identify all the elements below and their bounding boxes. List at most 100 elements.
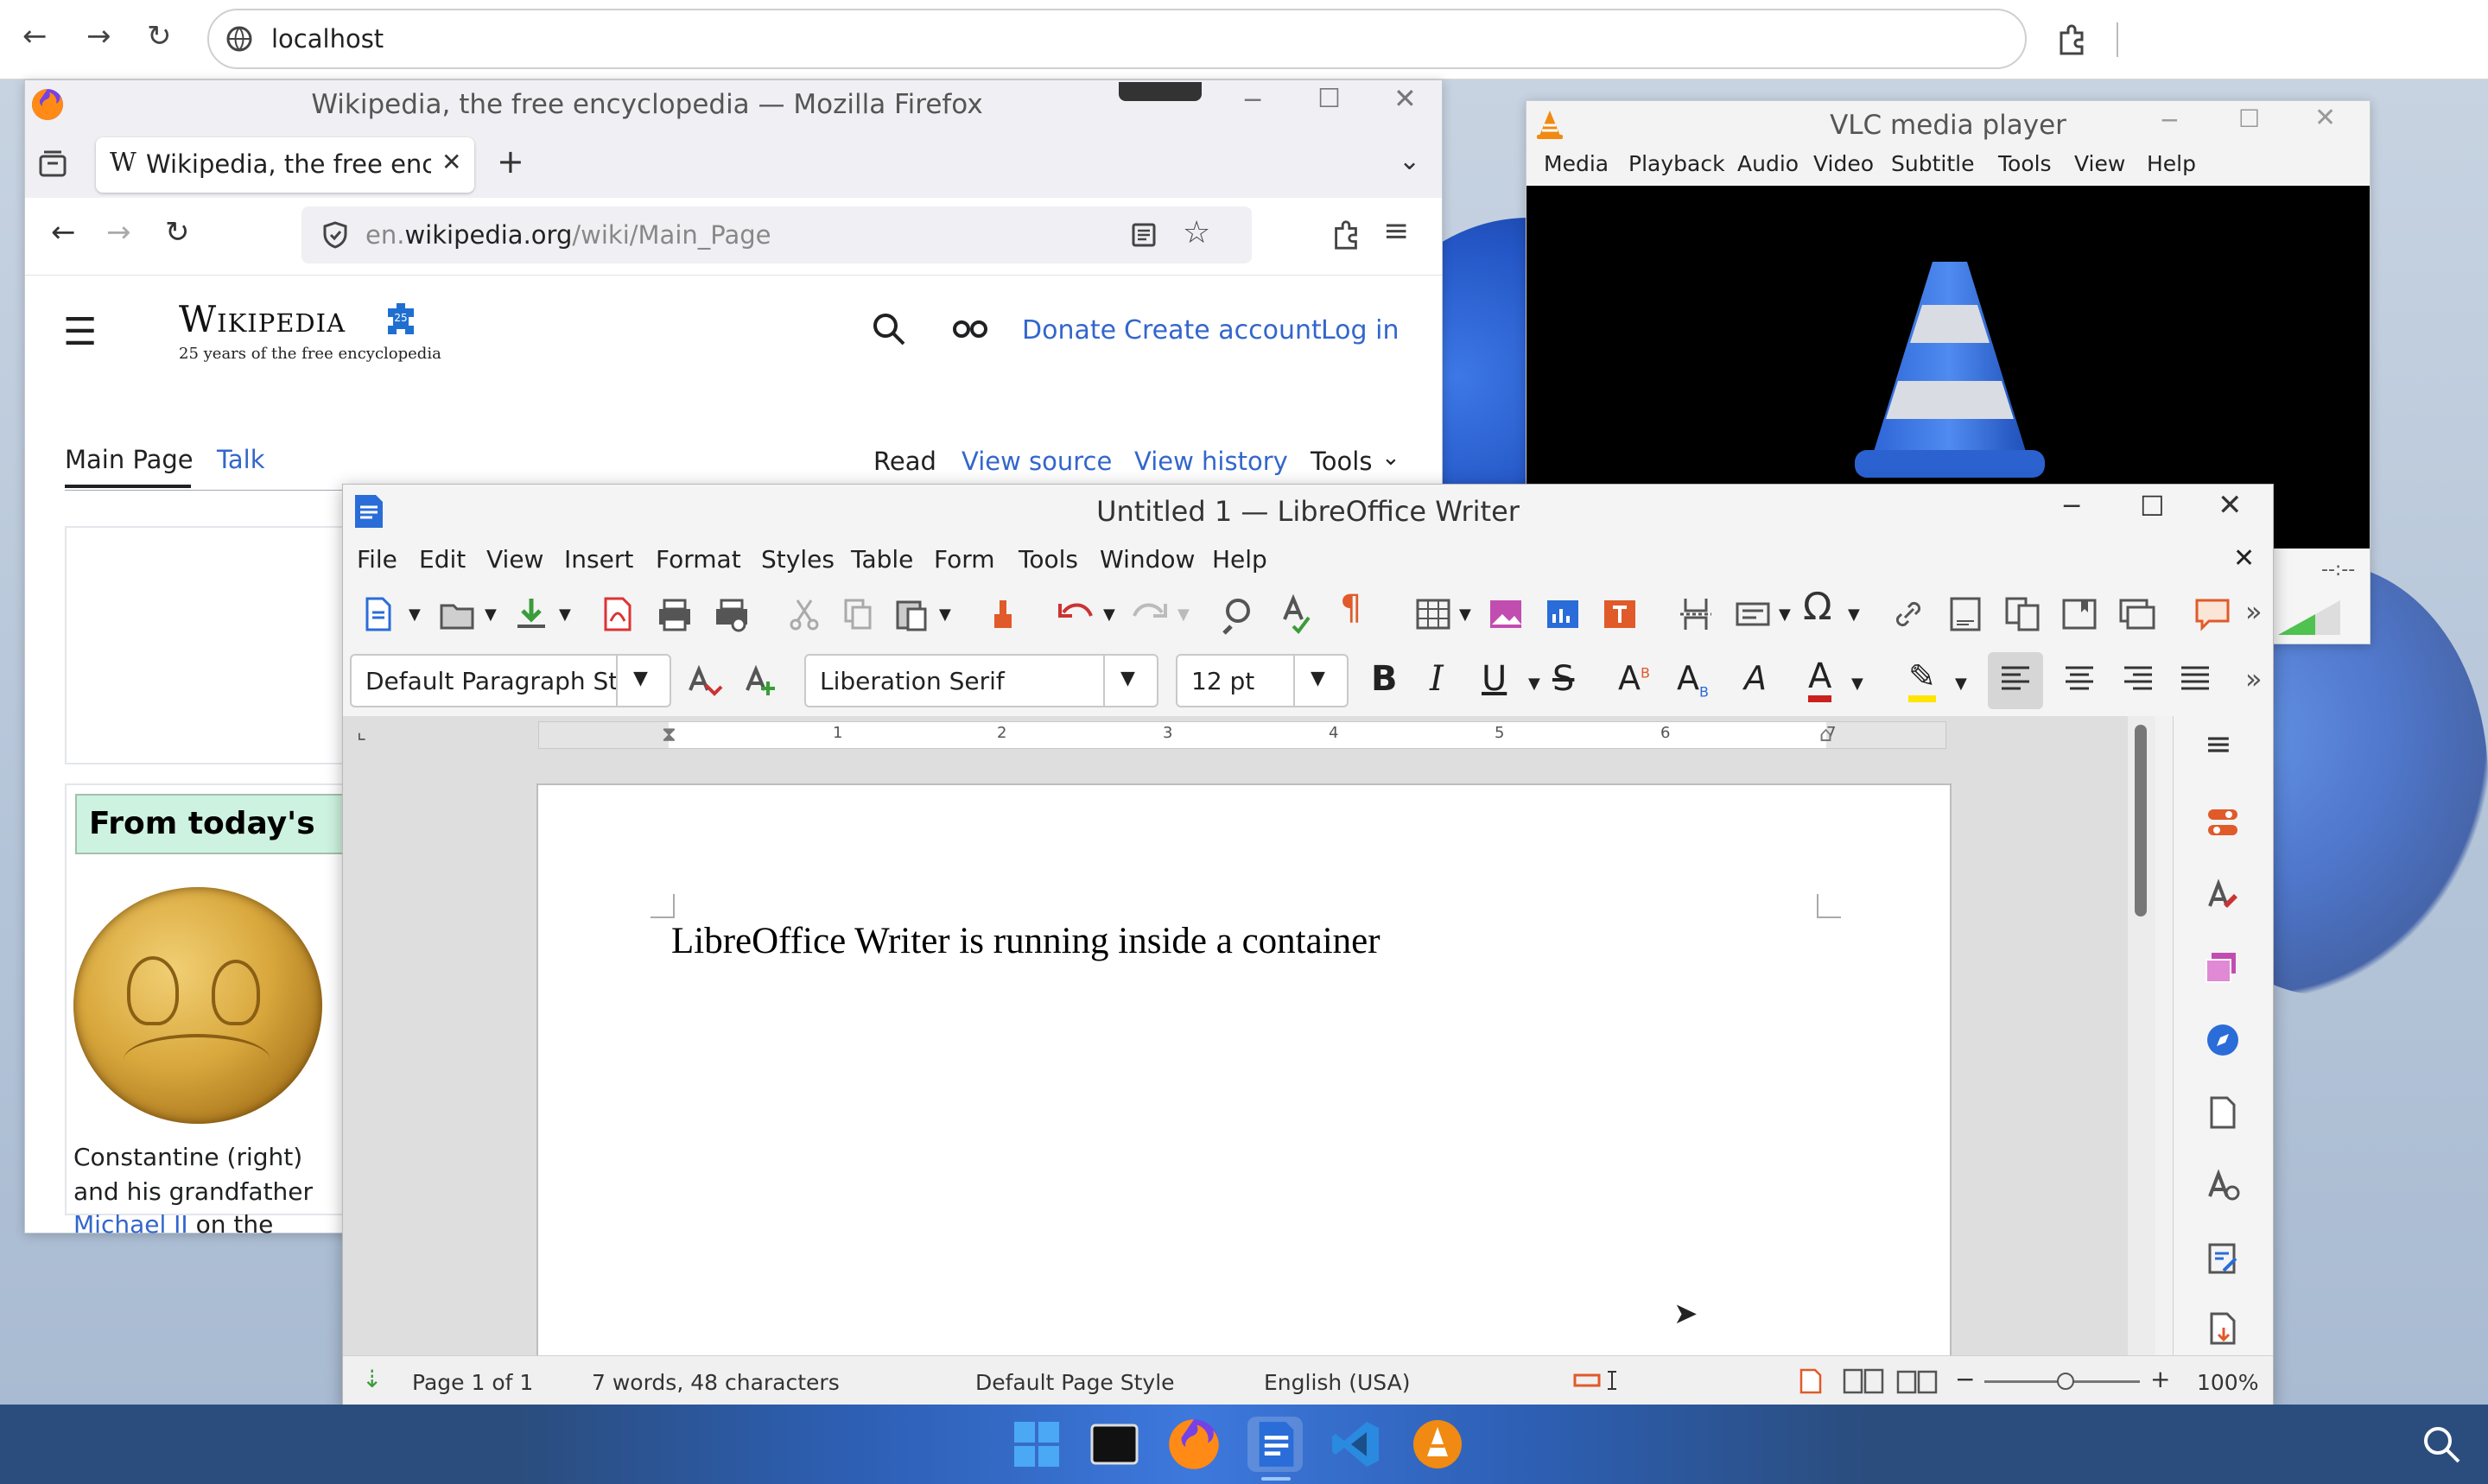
export-pdf-icon[interactable] — [593, 590, 642, 638]
taskbar-search-icon[interactable] — [2421, 1424, 2464, 1467]
menu-help[interactable]: Help — [1212, 545, 1267, 574]
action-tools[interactable]: Tools — [1311, 447, 1372, 476]
status-zoom[interactable]: 100% — [2197, 1370, 2258, 1395]
highlight-icon[interactable]: ✎ — [1908, 657, 1936, 702]
firefox-taskbar-icon[interactable] — [1166, 1417, 1222, 1472]
tab-wikipedia[interactable]: W Wikipedia, the free encyclopedia ✕ — [96, 137, 474, 193]
scrollbar-thumb[interactable] — [2135, 725, 2147, 916]
outer-address-bar[interactable]: localhost — [207, 9, 2027, 69]
menu-edit[interactable]: Edit — [419, 545, 466, 574]
properties-icon[interactable] — [2203, 802, 2243, 842]
window-drag-handle[interactable] — [1119, 82, 1202, 101]
vscode-taskbar-icon[interactable] — [1329, 1417, 1384, 1472]
hyperlink-icon[interactable] — [1884, 590, 1933, 638]
menu-window[interactable]: Window — [1100, 545, 1195, 574]
document-page[interactable]: LibreOffice Writer is running inside a c… — [536, 783, 1952, 1355]
print-preview-icon[interactable] — [708, 590, 756, 638]
list-tabs-chevron-icon[interactable]: ⌄ — [1399, 146, 1420, 176]
print-icon[interactable] — [651, 590, 699, 638]
maximize-icon[interactable]: ☐ — [1317, 84, 1341, 114]
create-account-link[interactable]: Create account — [1124, 315, 1322, 346]
multi-page-view-icon[interactable] — [1843, 1368, 1884, 1399]
superscript-icon[interactable]: AB — [1618, 659, 1650, 697]
writer-close-icon[interactable]: ✕ — [2218, 488, 2243, 523]
vlc-menu-video[interactable]: Video — [1813, 151, 1874, 176]
more-formatting-icon[interactable]: » — [2245, 663, 2263, 695]
field-dropdown-icon[interactable]: ▼ — [1779, 606, 1791, 624]
font-size-box[interactable]: 12 pt ▼ — [1176, 654, 1349, 707]
vlc-maximize-icon[interactable]: ☐ — [2238, 105, 2260, 133]
underline-dropdown-icon[interactable]: ▼ — [1528, 675, 1540, 693]
ff-extensions-icon[interactable] — [1330, 219, 1362, 251]
vlc-menu-audio[interactable]: Audio — [1737, 151, 1799, 176]
font-color-icon[interactable]: A — [1808, 657, 1832, 702]
vlc-minimize-icon[interactable]: ─ — [2162, 106, 2177, 135]
reader-view-icon[interactable] — [1129, 220, 1158, 250]
donate-link[interactable]: Donate — [1022, 315, 1116, 346]
menu-styles[interactable]: Styles — [761, 545, 835, 574]
undo-dropdown-icon[interactable]: ▼ — [1103, 606, 1115, 624]
insert-comment-icon[interactable] — [2188, 590, 2237, 638]
font-name-box[interactable]: Liberation Serif ▼ — [804, 654, 1158, 707]
back-arrow-icon[interactable]: ← — [22, 19, 48, 54]
insert-textbox-icon[interactable] — [1596, 590, 1644, 638]
copy-icon[interactable] — [834, 590, 882, 638]
open-icon[interactable] — [433, 590, 481, 638]
vlc-menu-help[interactable]: Help — [2147, 151, 2196, 176]
clone-formatting-icon[interactable] — [979, 590, 1027, 638]
cut-icon[interactable] — [780, 590, 828, 638]
new-dropdown-icon[interactable]: ▼ — [409, 606, 421, 624]
menu-table[interactable]: Table — [851, 545, 913, 574]
special-character-icon[interactable]: Ω — [1803, 585, 1832, 629]
menu-insert[interactable]: Insert — [564, 545, 633, 574]
horizontal-ruler[interactable]: 1 2 3 4 5 6 7 ⧗ ⌂ — [538, 721, 1946, 749]
spelling-icon[interactable] — [1273, 590, 1321, 638]
style-inspector-icon[interactable] — [2203, 1165, 2243, 1205]
paste-icon[interactable] — [887, 590, 936, 638]
font-name-dropdown[interactable]: ▼ — [1103, 656, 1157, 706]
subscript-icon[interactable]: AB — [1677, 659, 1709, 701]
start-menu-icon[interactable] — [1009, 1417, 1064, 1472]
page-break-icon[interactable] — [1672, 590, 1720, 638]
highlight-dropdown-icon[interactable]: ▼ — [1955, 675, 1967, 693]
extensions-icon[interactable] — [2054, 22, 2089, 57]
michael-ii-link[interactable]: Michael II — [73, 1210, 188, 1239]
menu-form[interactable]: Form — [934, 545, 995, 574]
vlc-menu-playback[interactable]: Playback — [1628, 151, 1725, 176]
styles-icon[interactable] — [2203, 875, 2243, 915]
redo-icon[interactable] — [1126, 590, 1174, 638]
navigator-icon[interactable] — [2203, 1020, 2243, 1060]
minimize-icon[interactable]: ─ — [1245, 86, 1260, 116]
single-page-view-icon[interactable] — [1799, 1368, 1822, 1399]
paragraph-style-dropdown[interactable]: ▼ — [616, 656, 670, 706]
left-indent-marker[interactable]: ⧗ — [662, 722, 676, 746]
ff-forward-icon[interactable]: → — [106, 215, 131, 250]
save-dropdown-icon[interactable]: ▼ — [559, 606, 571, 624]
new-tab-icon[interactable]: + — [497, 143, 524, 181]
action-view-source[interactable]: View source — [962, 447, 1112, 476]
page-icon[interactable] — [2203, 1093, 2243, 1132]
paste-dropdown-icon[interactable]: ▼ — [939, 606, 951, 624]
close-icon[interactable]: ✕ — [1393, 82, 1417, 115]
underline-icon[interactable]: U — [1482, 659, 1507, 699]
log-in-link[interactable]: Log in — [1321, 315, 1399, 346]
italic-icon[interactable]: I — [1430, 659, 1444, 699]
paragraph-style-box[interactable]: Default Paragraph Styl ▼ — [350, 654, 671, 707]
sidebar-menu-icon[interactable]: ≡ — [2205, 725, 2232, 763]
gallery-icon[interactable] — [2203, 948, 2243, 987]
zoom-slider-knob[interactable] — [2057, 1373, 2074, 1390]
special-char-dropdown-icon[interactable]: ▼ — [1848, 606, 1860, 624]
justify-icon[interactable] — [2174, 659, 2216, 701]
action-view-history[interactable]: View history — [1134, 447, 1288, 476]
vlc-menu-media[interactable]: Media — [1544, 151, 1609, 176]
wiki-hamburger-icon[interactable]: ☰ — [63, 310, 97, 354]
bookmark-star-icon[interactable]: ☆ — [1183, 215, 1210, 251]
tab-stop-selector-icon[interactable]: ⌞ — [357, 720, 366, 744]
footnote-icon[interactable] — [1941, 590, 1990, 638]
manage-changes-icon[interactable] — [2203, 1238, 2243, 1278]
align-left-button[interactable] — [1988, 652, 2043, 709]
bold-icon[interactable]: B — [1371, 659, 1398, 699]
vlc-volume-slider[interactable] — [2278, 600, 2340, 635]
vlc-close-icon[interactable]: ✕ — [2314, 103, 2336, 133]
zoom-slider[interactable] — [1984, 1373, 2140, 1390]
